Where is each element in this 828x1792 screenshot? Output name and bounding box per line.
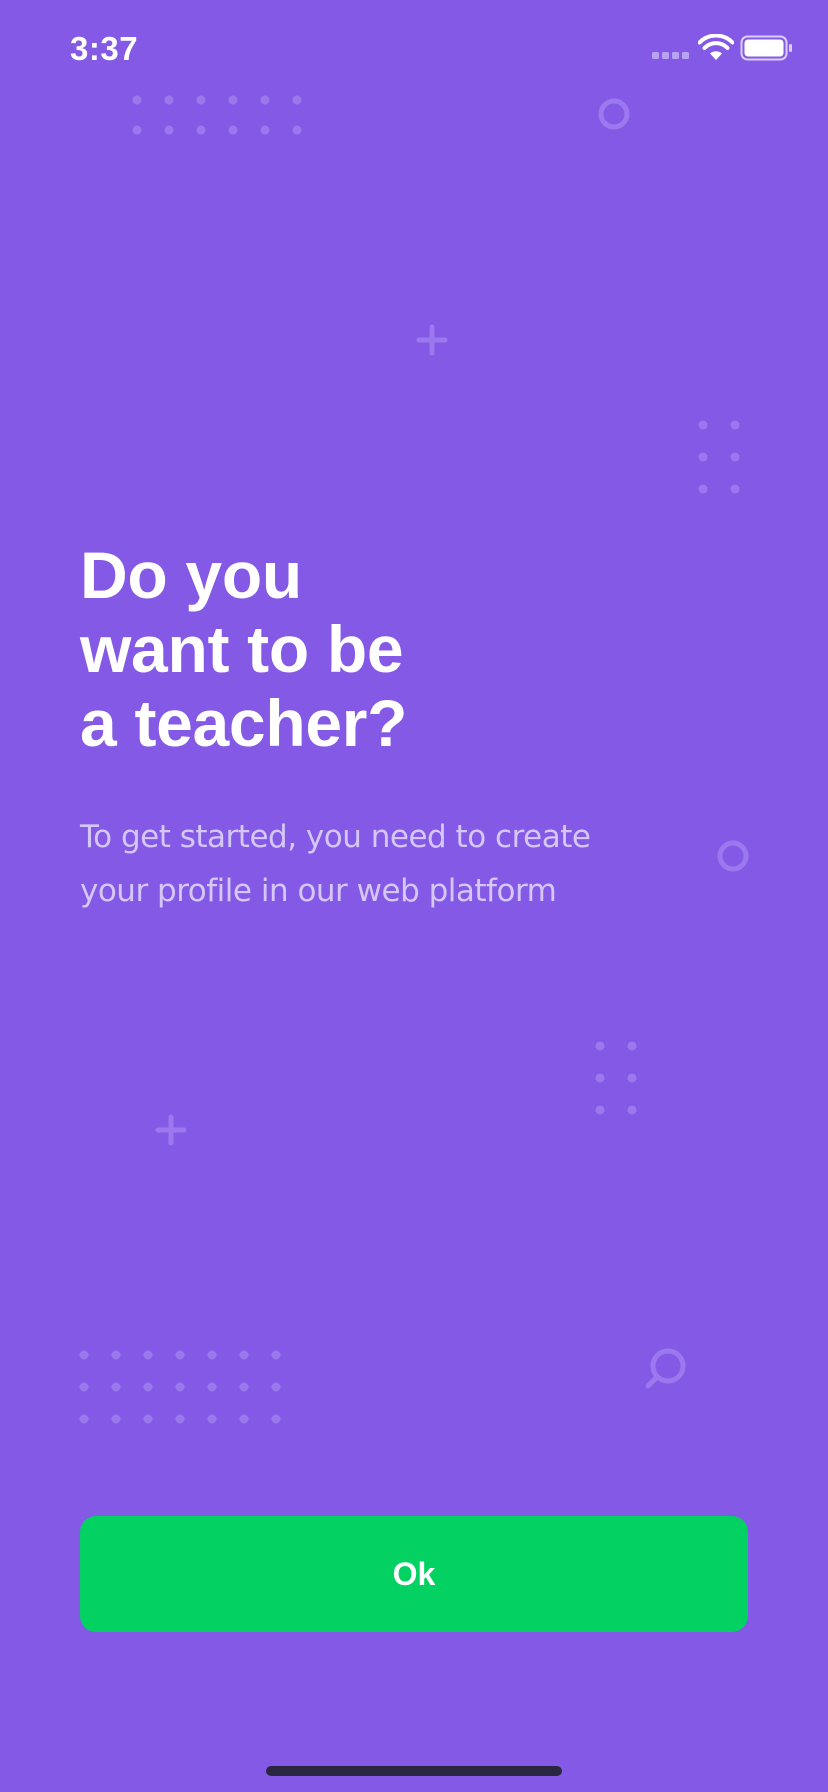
dot-grid-right-lower [595,1041,637,1115]
ok-button[interactable]: Ok [80,1516,748,1632]
magnifier-decor-icon [645,1348,686,1389]
dot-grid-right-upper [698,420,740,494]
battery-full-icon [740,35,792,61]
ring-right-middle [717,840,749,872]
cellular-signal-icon [652,52,689,59]
title-line-2: want to be [80,612,404,686]
teacher-onboarding-screen: 3:37 Do you want to be a teacher? To get… [0,0,828,1792]
status-bar: 3:37 [0,0,828,100]
dot-grid-top-left [132,95,302,135]
wifi-icon [698,34,734,60]
plus-left-lower [155,1114,187,1146]
dot-grid-bottom-left [79,1350,281,1424]
ring-top-right [598,98,630,130]
page-title: Do you want to be a teacher? [80,538,680,760]
description-text: To get started, you need to create your … [80,819,591,909]
plus-top-center [416,324,448,356]
title-line-1: Do you [80,538,302,612]
title-line-3: a teacher? [80,686,408,760]
status-time: 3:37 [70,30,139,67]
home-indicator [266,1766,562,1776]
onboarding-content: Do you want to be a teacher? To get star… [80,538,680,909]
